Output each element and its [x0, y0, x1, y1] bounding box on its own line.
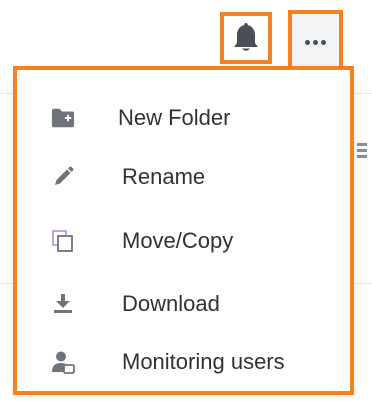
menu-item-label: Download	[122, 291, 220, 316]
background-divider	[0, 93, 13, 94]
menu-item-new-folder[interactable]: New Folder	[17, 93, 350, 143]
bell-icon	[234, 23, 258, 51]
app-stage: New Folder Rename Move/Copy Download Mon…	[0, 0, 372, 402]
more-horizontal-icon	[305, 39, 326, 45]
menu-item-label: Rename	[122, 164, 206, 189]
column-resize-handle[interactable]	[357, 143, 367, 163]
menu-item-monitoring-users[interactable]: Monitoring users	[17, 337, 350, 387]
more-options-menu: New Folder Rename Move/Copy Download Mon…	[13, 66, 354, 395]
folder-plus-icon	[51, 106, 75, 130]
copy-icon	[51, 229, 75, 253]
more-options-button[interactable]	[288, 10, 343, 68]
background-divider	[0, 283, 13, 284]
download-icon	[51, 292, 75, 316]
menu-item-rename[interactable]: Rename	[17, 152, 350, 202]
notifications-button[interactable]	[220, 12, 272, 64]
menu-item-label: Monitoring users	[122, 349, 285, 374]
menu-item-label: Move/Copy	[122, 228, 234, 253]
menu-item-move-copy[interactable]: Move/Copy	[17, 216, 350, 266]
user-monitor-icon	[51, 350, 75, 374]
pencil-icon	[51, 165, 75, 189]
background-divider	[354, 283, 372, 284]
menu-item-download[interactable]: Download	[17, 279, 350, 329]
background-divider	[354, 93, 372, 94]
menu-item-label: New Folder	[118, 105, 231, 130]
